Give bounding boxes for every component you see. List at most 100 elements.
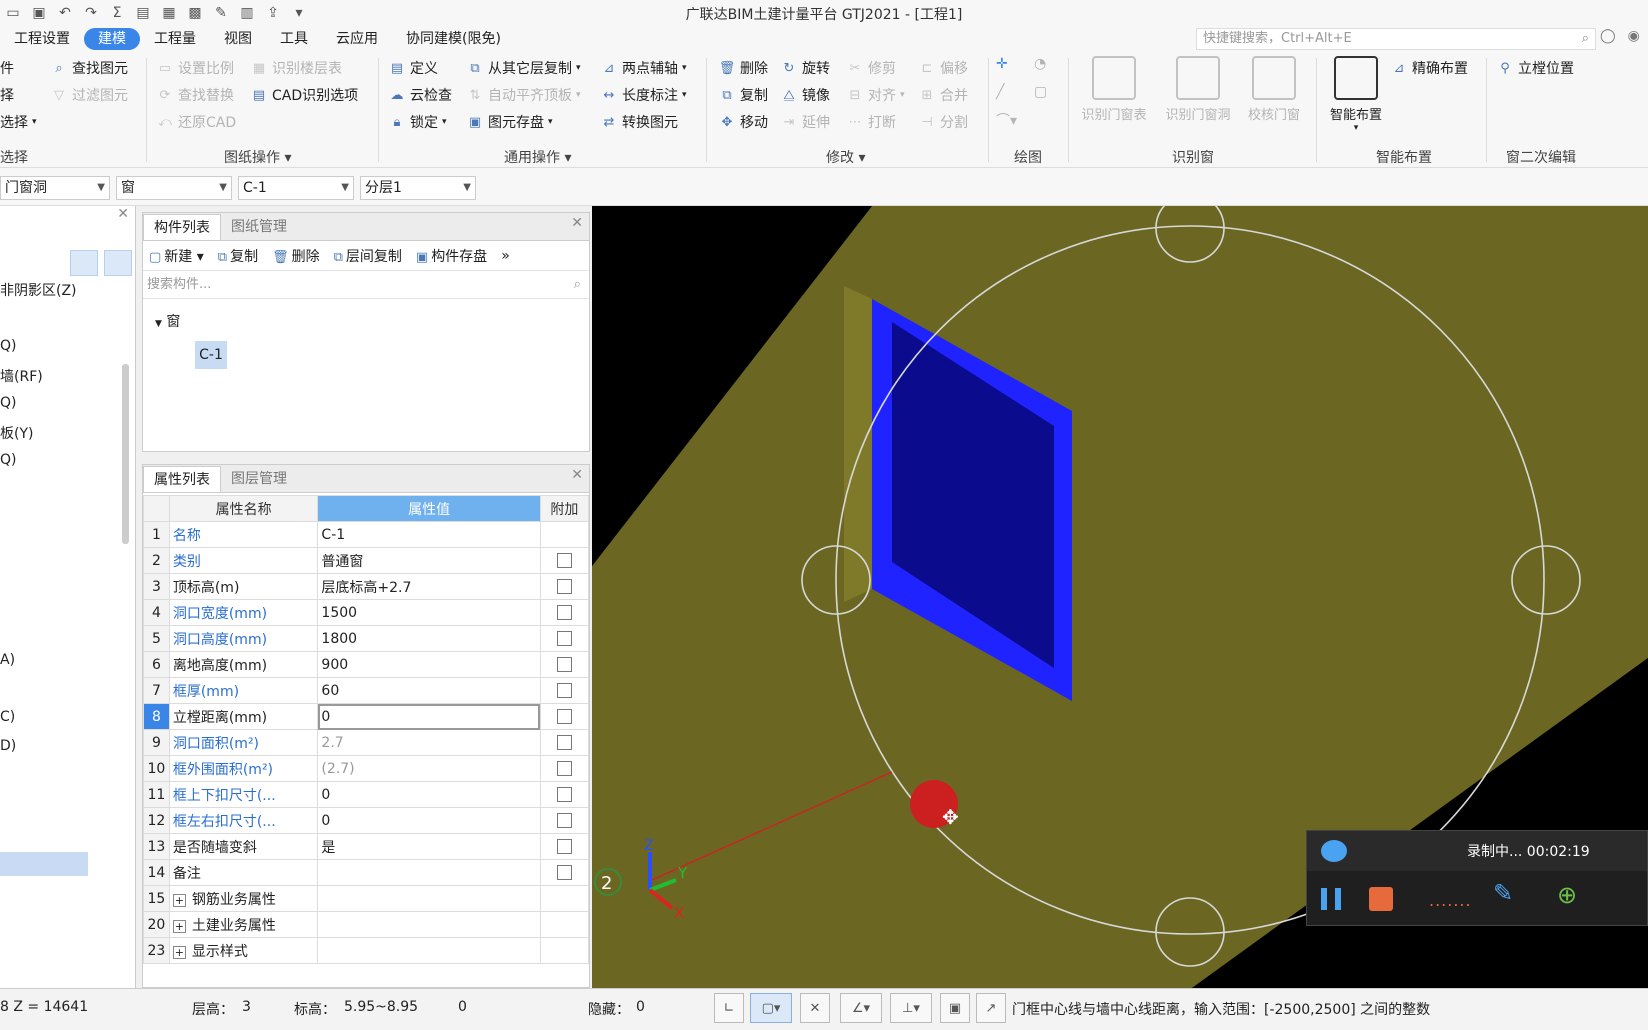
define-button[interactable]: ▤ 定义 <box>388 58 438 78</box>
location-icon[interactable]: ◉ <box>1628 28 1640 44</box>
property-value[interactable] <box>317 937 541 964</box>
nav-item[interactable]: D) <box>0 738 16 754</box>
ribbon-select-dropdown[interactable]: 选择 ▾ <box>0 112 37 132</box>
copy-between-floors-button[interactable]: ⧉ 层间复制 <box>334 246 402 266</box>
user-icon[interactable]: ◯ <box>1600 28 1616 44</box>
recognize-window-table-button[interactable]: 识别门窗表 <box>1076 56 1152 123</box>
table-row[interactable]: 5 洞口高度(mm) 1800 <box>143 625 590 652</box>
close-icon[interactable]: ✕ <box>571 467 583 483</box>
copy-component-button[interactable]: ⧉ 复制 <box>218 246 258 266</box>
additional-checkbox[interactable] <box>556 839 572 854</box>
menu-project-settings[interactable]: 工程设置 <box>0 28 84 50</box>
table-row[interactable]: 23 + 显示样式 <box>143 937 590 964</box>
menu-quantity[interactable]: 工程量 <box>140 28 210 50</box>
tree-node-c1[interactable]: C-1 <box>195 341 227 369</box>
delete-component-button[interactable]: 🗑︎ 删除 <box>272 246 320 266</box>
ribbon-col0-a[interactable]: 件 <box>0 58 14 78</box>
find-replace-button[interactable]: ⟳ 查找替换 <box>156 85 234 105</box>
property-value[interactable]: 是 <box>317 833 541 860</box>
menu-cloud[interactable]: 云应用 <box>322 28 392 50</box>
property-value[interactable]: 2.7 <box>317 729 541 756</box>
additional-checkbox[interactable] <box>556 761 572 776</box>
nav-item[interactable]: 非阴影区(Z) <box>0 280 77 300</box>
copy-button[interactable]: ⧉ 复制 <box>718 85 768 105</box>
length-dimension-button[interactable]: ↔ 长度标注 ▾ <box>600 85 687 105</box>
table-row[interactable]: 15 + 钢筋业务属性 <box>143 885 590 912</box>
precise-layout-button[interactable]: ⊿ 精确布置 <box>1390 58 1468 78</box>
additional-checkbox[interactable] <box>556 735 572 750</box>
menu-modeling[interactable]: 建模 <box>84 28 140 50</box>
nav-item[interactable]: 板(Y) <box>0 423 33 443</box>
menu-view[interactable]: 视图 <box>210 28 266 50</box>
line-draw-icon[interactable]: ╱ <box>996 84 1004 100</box>
display-icon[interactable]: ▣ <box>940 993 970 1023</box>
additional-checkbox[interactable] <box>556 631 572 646</box>
property-value[interactable]: 1800 <box>317 625 541 652</box>
component-search-input[interactable]: 搜索构件... ⌕ <box>143 271 589 299</box>
subtype-dropdown[interactable]: 窗 ▼ <box>116 176 232 200</box>
additional-checkbox[interactable] <box>556 709 572 724</box>
additional-checkbox[interactable] <box>556 683 572 698</box>
property-value[interactable]: 0 <box>317 703 541 730</box>
detail-view-icon[interactable] <box>104 250 132 276</box>
tab-component-list[interactable]: 构件列表 <box>143 214 221 240</box>
property-value[interactable]: 0 <box>317 781 541 808</box>
property-value[interactable]: 0 <box>317 807 541 834</box>
additional-checkbox[interactable] <box>556 605 572 620</box>
recognize-floor-table-button[interactable]: ▦ 识别楼层表 <box>250 58 342 78</box>
property-value[interactable]: 60 <box>317 677 541 704</box>
convert-element-button[interactable]: ⇄ 转换图元 <box>600 112 678 132</box>
rotate-button[interactable]: ↻ 旋转 <box>780 58 830 78</box>
stop-icon[interactable] <box>1369 887 1393 911</box>
check-window-button[interactable]: 校核门窗 <box>1236 56 1312 123</box>
expand-icon[interactable]: + <box>172 919 186 933</box>
component-dropdown[interactable]: C-1 ▼ <box>238 176 354 200</box>
point-draw-icon[interactable]: ✛ <box>996 56 1008 72</box>
ribbon-col0-b[interactable]: 择 <box>0 85 14 105</box>
mirror-button[interactable]: ⧋ 镜像 <box>780 85 830 105</box>
nav-item[interactable]: Q) <box>0 452 16 468</box>
pause-icon[interactable] <box>1321 888 1341 910</box>
close-icon[interactable]: ✕ <box>571 215 583 231</box>
scrollbar[interactable] <box>122 364 129 544</box>
extend-button[interactable]: ⇥ 延伸 <box>780 112 830 132</box>
additional-checkbox[interactable] <box>556 787 572 802</box>
close-icon[interactable]: ✕ <box>117 206 129 222</box>
ortho-icon[interactable]: ∟ <box>714 993 744 1023</box>
cad-options-button[interactable]: ▤ CAD识别选项 <box>250 85 358 105</box>
table-row[interactable]: 11 框上下扣尺寸(... 0 <box>143 781 590 808</box>
table-row[interactable]: 12 框左右扣尺寸(... 0 <box>143 807 590 834</box>
more-icon[interactable]: » <box>501 248 510 264</box>
table-row[interactable]: 2 类别 普通窗 <box>143 547 590 574</box>
additional-checkbox[interactable] <box>556 865 572 880</box>
expand-icon[interactable]: + <box>172 893 186 907</box>
property-value[interactable] <box>317 885 541 912</box>
table-row[interactable]: 13 是否随墙变斜 是 <box>143 833 590 860</box>
table-row[interactable]: 7 框厚(mm) 60 <box>143 677 590 704</box>
cloud-check-button[interactable]: ☁ 云检查 <box>388 85 453 105</box>
curve-draw-icon[interactable]: ⌒▾ <box>996 110 1017 130</box>
shortcut-search[interactable]: 快捷键搜索，Ctrl+Alt+E ⌕ <box>1196 28 1596 50</box>
trim-button[interactable]: ✂ 修剪 <box>846 58 896 78</box>
offset-tool-icon[interactable]: ⊥▾ <box>890 993 932 1023</box>
tab-property-list[interactable]: 属性列表 <box>143 466 221 492</box>
pen-icon[interactable]: ✎ <box>1493 879 1523 915</box>
additional-checkbox[interactable] <box>556 579 572 594</box>
arc-tool-icon[interactable]: ↗ <box>976 993 1006 1023</box>
find-element-button[interactable]: ⌕ 查找图元 <box>50 58 128 78</box>
property-value[interactable]: (2.7) <box>317 755 541 782</box>
tree-node-window[interactable]: ▼ 窗 <box>155 311 180 331</box>
two-point-axis-button[interactable]: ⊿ 两点辅轴 ▾ <box>600 58 687 78</box>
property-value[interactable]: 900 <box>317 651 541 678</box>
nav-item[interactable]: C) <box>0 709 15 725</box>
set-scale-button[interactable]: ▭ 设置比例 <box>156 58 234 78</box>
break-button[interactable]: ⋯ 打断 <box>846 112 897 132</box>
property-value[interactable] <box>317 859 541 886</box>
delete-button[interactable]: 🗑︎ 删除 <box>718 58 768 78</box>
table-row[interactable]: 1 名称 C-1 <box>143 521 590 548</box>
menu-tools[interactable]: 工具 <box>266 28 322 50</box>
angle-icon[interactable]: ∠▾ <box>840 993 882 1023</box>
move-button[interactable]: ✥ 移动 <box>718 112 768 132</box>
nav-item[interactable]: Q) <box>0 395 16 411</box>
tab-layer-management[interactable]: 图层管理 <box>221 466 297 492</box>
